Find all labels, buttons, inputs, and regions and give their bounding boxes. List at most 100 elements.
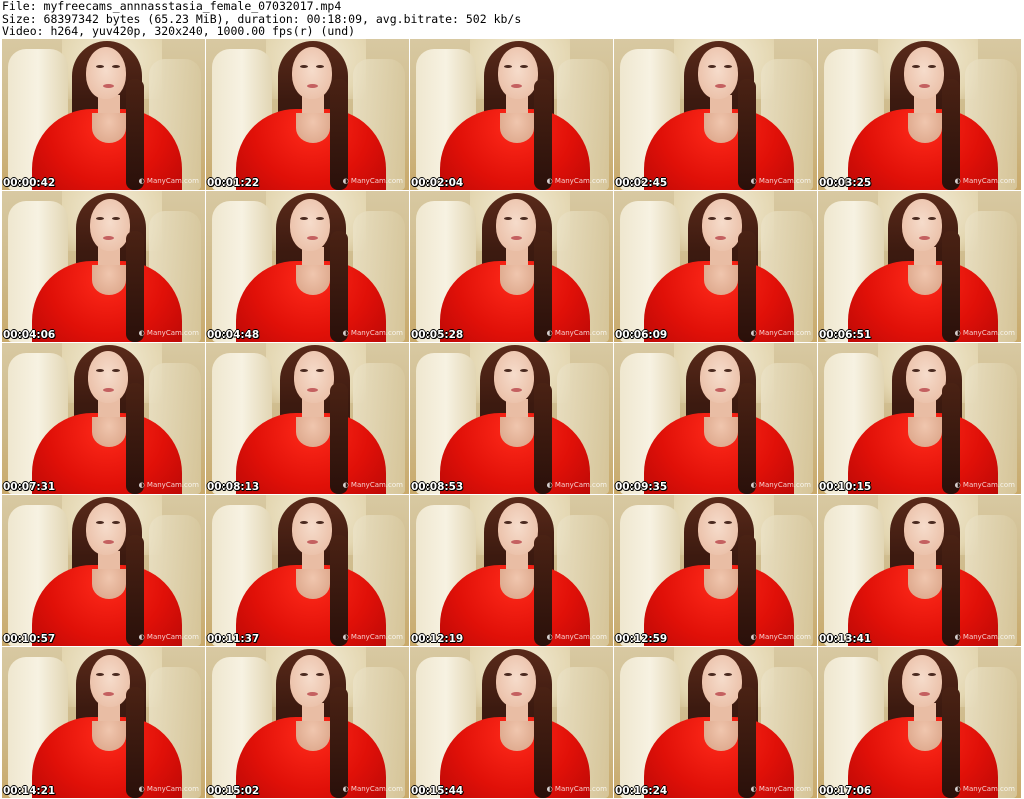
eye-icon: [300, 217, 308, 220]
hair-strand: [942, 231, 960, 342]
lips: [103, 236, 114, 240]
video-thumbnail: ManyCam.com 00:09:35: [614, 343, 817, 494]
eye-icon: [96, 217, 104, 220]
hair-strand: [942, 383, 960, 494]
eye-icon: [928, 369, 936, 372]
neckline: [704, 265, 738, 295]
eye-icon: [912, 369, 920, 372]
watermark: ManyCam.com: [547, 633, 607, 641]
face: [292, 503, 332, 555]
neckline: [92, 113, 126, 143]
eye-icon: [300, 521, 308, 524]
eye-icon: [724, 65, 732, 68]
neckline: [92, 721, 126, 751]
eye-icon: [520, 673, 528, 676]
lips: [511, 388, 522, 392]
eye-icon: [112, 673, 120, 676]
eye-icon: [912, 521, 920, 524]
lips: [511, 84, 522, 88]
lips: [919, 692, 930, 696]
eye-icon: [300, 673, 308, 676]
video-thumbnail: ManyCam.com 00:05:28: [410, 191, 613, 342]
hair-strand: [534, 79, 552, 190]
neckline: [500, 265, 534, 295]
face: [700, 351, 740, 403]
watermark: ManyCam.com: [139, 633, 199, 641]
hair-strand: [738, 231, 756, 342]
video-thumbnail: ManyCam.com 00:15:44: [410, 647, 613, 798]
face: [90, 655, 130, 707]
watermark: ManyCam.com: [139, 329, 199, 337]
eye-icon: [316, 673, 324, 676]
neckline: [296, 265, 330, 295]
lips: [919, 388, 930, 392]
video-thumbnail: ManyCam.com 00:11:37: [206, 495, 409, 646]
timestamp: 00:00:42: [3, 177, 56, 189]
eye-icon: [928, 521, 936, 524]
eye-icon: [504, 673, 512, 676]
lips: [103, 388, 114, 392]
eye-icon: [928, 65, 936, 68]
video-thumbnail: ManyCam.com 00:03:25: [818, 39, 1021, 190]
file-info-header: File: myfreecams_annnasstasia_female_070…: [2, 0, 1022, 38]
lips: [511, 236, 522, 240]
hair-strand: [738, 687, 756, 798]
watermark: ManyCam.com: [751, 177, 811, 185]
eye-icon: [912, 217, 920, 220]
video-thumbnail: ManyCam.com 00:15:02: [206, 647, 409, 798]
face: [86, 503, 126, 555]
timestamp: 00:12:19: [411, 633, 464, 645]
video-thumbnail: ManyCam.com 00:01:22: [206, 39, 409, 190]
face: [494, 351, 534, 403]
face: [904, 47, 944, 99]
eye-icon: [96, 673, 104, 676]
timestamp: 00:08:53: [411, 481, 464, 493]
lips: [715, 388, 726, 392]
neckline: [908, 721, 942, 751]
face: [902, 655, 942, 707]
watermark: ManyCam.com: [955, 785, 1015, 793]
hair-strand: [126, 687, 144, 798]
face: [90, 199, 130, 251]
video-info-line: Video: h264, yuv420p, 320x240, 1000.00 f…: [2, 24, 356, 38]
lips: [511, 692, 522, 696]
timestamp: 00:02:45: [615, 177, 668, 189]
watermark: ManyCam.com: [955, 633, 1015, 641]
hair-strand: [738, 535, 756, 646]
lips: [307, 236, 318, 240]
neckline: [296, 569, 330, 599]
eye-icon: [912, 673, 920, 676]
hair-strand: [126, 231, 144, 342]
eye-icon: [708, 521, 716, 524]
video-thumbnail: ManyCam.com 00:06:51: [818, 191, 1021, 342]
eye-icon: [912, 65, 920, 68]
lips: [715, 84, 726, 88]
eye-icon: [724, 521, 732, 524]
face: [290, 655, 330, 707]
timestamp: 00:14:21: [3, 785, 56, 797]
timestamp: 00:02:04: [411, 177, 464, 189]
lips: [103, 692, 114, 696]
neckline: [908, 265, 942, 295]
hair-strand: [738, 383, 756, 494]
lips: [307, 540, 318, 544]
eye-icon: [520, 369, 528, 372]
neckline: [296, 721, 330, 751]
eye-icon: [112, 65, 120, 68]
timestamp: 00:15:02: [207, 785, 260, 797]
timestamp: 00:13:41: [819, 633, 872, 645]
neckline: [704, 417, 738, 447]
timestamp: 00:06:09: [615, 329, 668, 341]
watermark: ManyCam.com: [751, 633, 811, 641]
hair-strand: [126, 79, 144, 190]
lips: [307, 388, 318, 392]
lips: [307, 84, 318, 88]
neckline: [500, 113, 534, 143]
neckline: [500, 721, 534, 751]
lips: [715, 692, 726, 696]
eye-icon: [724, 673, 732, 676]
lips: [919, 84, 930, 88]
eye-icon: [316, 65, 324, 68]
timestamp: 00:08:13: [207, 481, 260, 493]
neckline: [704, 721, 738, 751]
